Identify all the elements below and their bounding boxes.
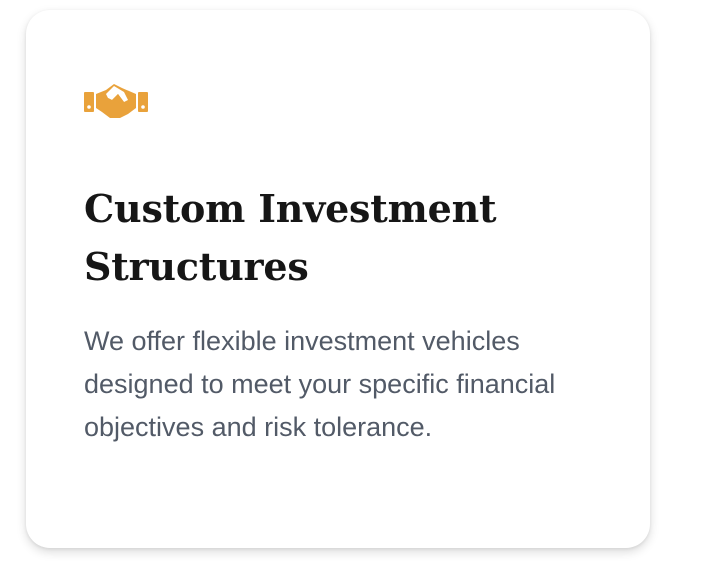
handshake-icon: [84, 78, 148, 120]
card-description: We offer flexible investment vehicles de…: [84, 326, 556, 442]
card-title: Custom Investment Structures: [84, 186, 497, 289]
feature-card: Custom Investment Structures We offer fl…: [26, 10, 650, 548]
